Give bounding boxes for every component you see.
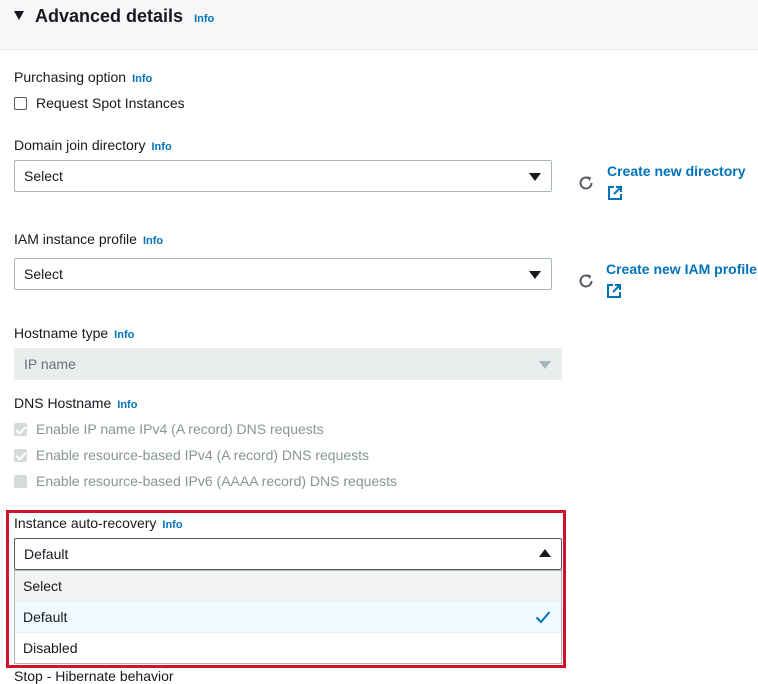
iam-profile-info-link[interactable]: Info bbox=[143, 235, 163, 247]
domain-join-label: Domain join directory Info bbox=[14, 137, 172, 153]
purchasing-option-label: Purchasing option Info bbox=[14, 69, 153, 85]
highlight-box bbox=[6, 510, 566, 668]
external-link-icon[interactable] bbox=[607, 185, 623, 201]
chevron-down-icon bbox=[529, 173, 541, 181]
domain-join-info-link[interactable]: Info bbox=[152, 141, 172, 153]
caret-down-icon[interactable] bbox=[14, 11, 24, 20]
create-new-iam-profile-link[interactable]: Create new IAM profile bbox=[606, 261, 757, 277]
chevron-down-icon bbox=[529, 271, 541, 279]
hostname-type-info-link[interactable]: Info bbox=[114, 329, 134, 341]
purchasing-info-link[interactable]: Info bbox=[132, 73, 152, 85]
request-spot-checkbox[interactable] bbox=[14, 97, 27, 110]
section-title: Advanced details Info bbox=[35, 6, 215, 26]
dns-resource-ipv4-checkbox bbox=[14, 449, 27, 462]
dns-resource-ipv4-label: Enable resource-based IPv4 (A record) DN… bbox=[36, 447, 370, 463]
domain-join-select[interactable]: Select bbox=[14, 160, 552, 192]
dns-ipv4-checkbox bbox=[14, 423, 27, 436]
section-info-link[interactable]: Info bbox=[194, 13, 214, 25]
hostname-type-select: IP name bbox=[14, 348, 562, 380]
create-new-directory-link[interactable]: Create new directory bbox=[607, 163, 746, 179]
external-link-icon[interactable] bbox=[606, 283, 622, 299]
request-spot-label: Request Spot Instances bbox=[36, 95, 185, 111]
dns-ipv4-label: Enable IP name IPv4 (A record) DNS reque… bbox=[36, 421, 324, 437]
hostname-type-label: Hostname type Info bbox=[14, 325, 135, 341]
chevron-down-icon bbox=[539, 361, 551, 369]
iam-profile-label: IAM instance profile Info bbox=[14, 231, 164, 247]
dns-resource-ipv6-label: Enable resource-based IPv6 (AAAA record)… bbox=[36, 473, 398, 489]
truncated-field-label: Stop - Hibernate behavior bbox=[14, 668, 174, 684]
dns-hostname-label: DNS Hostname Info bbox=[14, 395, 138, 411]
iam-profile-select[interactable]: Select bbox=[14, 258, 552, 290]
dns-hostname-info-link[interactable]: Info bbox=[117, 399, 137, 411]
advanced-details-header[interactable]: Advanced details Info bbox=[0, 0, 758, 50]
refresh-icon[interactable] bbox=[577, 272, 595, 290]
dns-resource-ipv6-checkbox bbox=[14, 475, 27, 488]
refresh-icon[interactable] bbox=[577, 174, 595, 192]
